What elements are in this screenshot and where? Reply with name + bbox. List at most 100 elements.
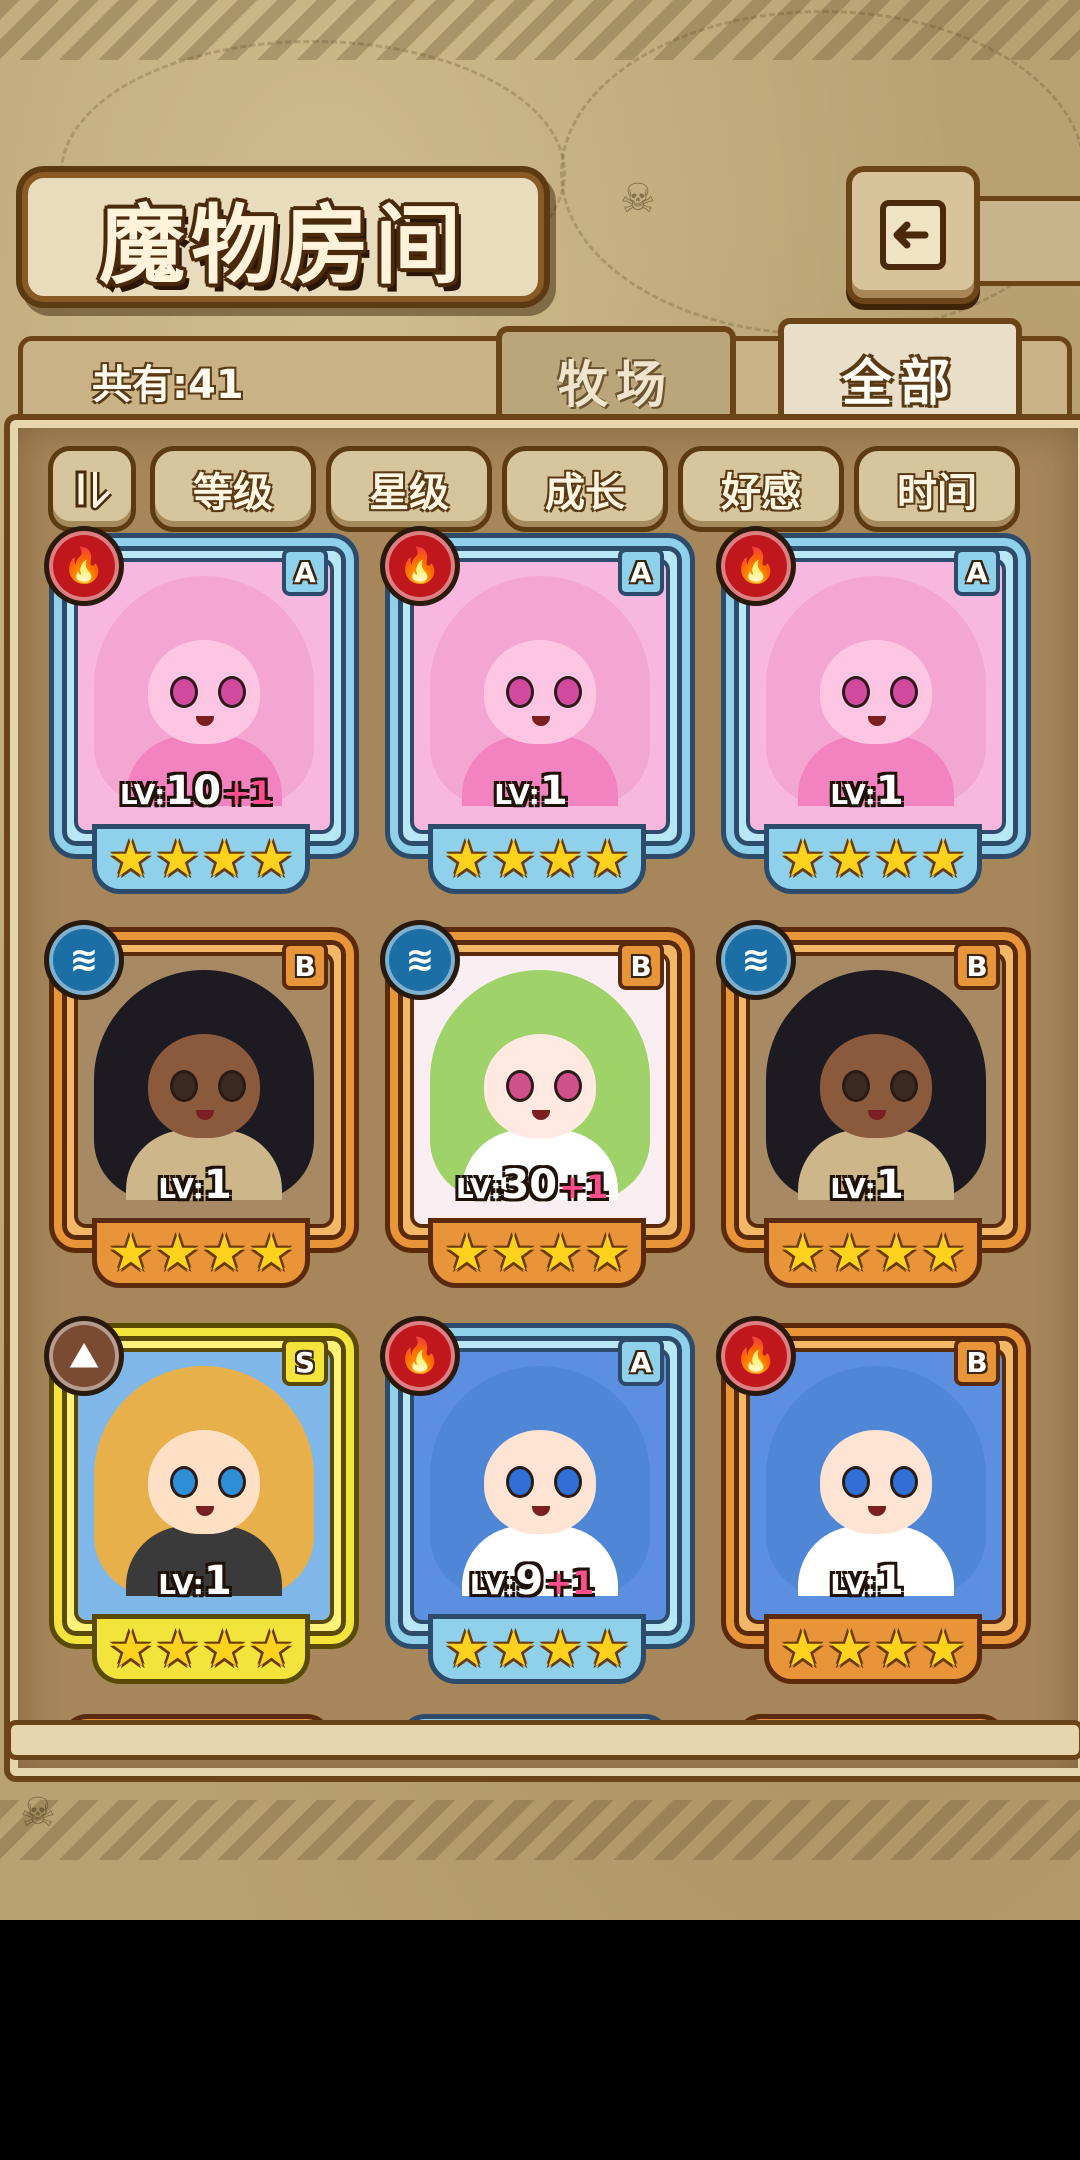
- star-icon: ★: [491, 1620, 536, 1678]
- star-icon: ★: [248, 830, 294, 888]
- level-label: LV:1: [830, 1162, 904, 1208]
- star-rating: ★ ★ ★ ★: [92, 824, 310, 894]
- game-screen: ☠ ☠ 魔物房间 共有:41 牧场 全部 等级 星级 成长 好感 时间 🔥 A LV…: [0, 0, 1080, 1920]
- star-icon: ★: [827, 1224, 872, 1282]
- star-icon: ★: [108, 830, 154, 888]
- rank-badge: S: [282, 1338, 328, 1386]
- star-icon: ★: [538, 1620, 583, 1678]
- skull-icon: ☠: [620, 176, 656, 222]
- rank-badge: A: [618, 1338, 664, 1386]
- sort-by-growth-button[interactable]: 成长: [502, 446, 668, 532]
- star-icon: ★: [202, 1224, 247, 1282]
- star-icon: ★: [108, 1224, 154, 1282]
- star-icon: ★: [920, 830, 966, 888]
- star-icon: ★: [874, 1224, 919, 1282]
- star-icon: ★: [538, 830, 583, 888]
- tab-ranch[interactable]: 牧场: [496, 326, 736, 430]
- level-label: LV:1: [830, 768, 904, 814]
- rank-badge: A: [954, 548, 1000, 596]
- star-icon: ★: [248, 1620, 294, 1678]
- sort-by-time-button[interactable]: 时间: [854, 446, 1020, 532]
- star-rating: ★ ★ ★ ★: [764, 1614, 982, 1684]
- water-wave-icon: ≋: [716, 920, 796, 1000]
- fire-icon: 🔥: [380, 526, 460, 606]
- star-icon: ★: [491, 1224, 536, 1282]
- back-arrow-icon: [880, 200, 946, 270]
- star-icon: ★: [444, 1224, 490, 1282]
- star-icon: ★: [491, 830, 536, 888]
- star-icon: ★: [874, 1620, 919, 1678]
- star-icon: ★: [155, 1620, 200, 1678]
- level-label: LV:1: [158, 1558, 232, 1604]
- star-icon: ★: [202, 830, 247, 888]
- monster-card[interactable]: ≋ B LV:1 ★ ★ ★ ★: [44, 920, 354, 1288]
- rank-badge: A: [282, 548, 328, 596]
- monster-card[interactable]: 🔥 A LV:10+1 ★ ★ ★ ★: [44, 526, 354, 894]
- star-icon: ★: [248, 1224, 294, 1282]
- star-icon: ★: [780, 1620, 826, 1678]
- star-icon: ★: [155, 830, 200, 888]
- water-wave-icon: ≋: [380, 920, 460, 1000]
- level-label: LV:10+1: [119, 768, 273, 814]
- star-icon: ★: [584, 830, 630, 888]
- rank-badge: A: [618, 548, 664, 596]
- monster-card[interactable]: ≋ B LV:30+1 ★ ★ ★ ★: [380, 920, 690, 1288]
- star-icon: ★: [584, 1224, 630, 1282]
- star-icon: ★: [920, 1224, 966, 1282]
- fire-icon: 🔥: [716, 526, 796, 606]
- panel-bottom-bar: [6, 1720, 1080, 1760]
- monster-card[interactable]: ⛰ S LV:1 ★ ★ ★ ★: [44, 1316, 354, 1684]
- torn-edge-bottom: [0, 1800, 1080, 1860]
- level-label: LV:1: [494, 768, 568, 814]
- back-button[interactable]: [846, 166, 980, 304]
- monster-card[interactable]: 🔥 A LV:1 ★ ★ ★ ★: [380, 526, 690, 894]
- star-icon: ★: [827, 1620, 872, 1678]
- skull-icon: ☠: [20, 1790, 56, 1836]
- level-label: LV:1: [830, 1558, 904, 1604]
- fire-icon: 🔥: [380, 1316, 460, 1396]
- level-label: LV:9+1: [469, 1558, 595, 1604]
- star-icon: ★: [874, 830, 919, 888]
- star-icon: ★: [584, 1620, 630, 1678]
- tab-all[interactable]: 全部: [778, 318, 1022, 434]
- star-rating: ★ ★ ★ ★: [764, 824, 982, 894]
- monster-card[interactable]: 🔥 A LV:9+1 ★ ★ ★ ★: [380, 1316, 690, 1684]
- monster-card[interactable]: 🔥 B LV:1 ★ ★ ★ ★: [716, 1316, 1026, 1684]
- mountain-icon: ⛰: [44, 1316, 124, 1396]
- star-icon: ★: [920, 1620, 966, 1678]
- monster-card[interactable]: ≋ B LV:1 ★ ★ ★ ★: [716, 920, 1026, 1288]
- star-rating: ★ ★ ★ ★: [428, 1614, 646, 1684]
- water-wave-icon: ≋: [44, 920, 124, 1000]
- sort-order-toggle[interactable]: [48, 446, 136, 532]
- star-icon: ★: [155, 1224, 200, 1282]
- star-icon: ★: [827, 830, 872, 888]
- star-icon: ★: [538, 1224, 583, 1282]
- rank-badge: B: [282, 942, 328, 990]
- rank-badge: B: [954, 1338, 1000, 1386]
- page-title: 魔物房间: [99, 194, 467, 296]
- star-rating: ★ ★ ★ ★: [428, 1218, 646, 1288]
- star-icon: ★: [444, 1620, 490, 1678]
- sort-by-level-button[interactable]: 等级: [150, 446, 316, 532]
- level-label: LV:1: [158, 1162, 232, 1208]
- sort-by-star-button[interactable]: 星级: [326, 446, 492, 532]
- star-rating: ★ ★ ★ ★: [92, 1218, 310, 1288]
- level-label: LV:30+1: [455, 1162, 609, 1208]
- sort-order-icon: [75, 470, 113, 511]
- star-icon: ★: [780, 830, 826, 888]
- star-icon: ★: [780, 1224, 826, 1282]
- map-decoration: [560, 10, 1080, 336]
- star-rating: ★ ★ ★ ★: [764, 1218, 982, 1288]
- star-rating: ★ ★ ★ ★: [428, 824, 646, 894]
- title-plate: 魔物房间: [22, 172, 544, 302]
- star-icon: ★: [108, 1620, 154, 1678]
- monster-count: 共有:41: [92, 362, 244, 408]
- star-icon: ★: [444, 830, 490, 888]
- fire-icon: 🔥: [716, 1316, 796, 1396]
- rank-badge: B: [954, 942, 1000, 990]
- rank-badge: B: [618, 942, 664, 990]
- sort-by-affection-button[interactable]: 好感: [678, 446, 844, 532]
- star-rating: ★ ★ ★ ★: [92, 1614, 310, 1684]
- fire-icon: 🔥: [44, 526, 124, 606]
- monster-card[interactable]: 🔥 A LV:1 ★ ★ ★ ★: [716, 526, 1026, 894]
